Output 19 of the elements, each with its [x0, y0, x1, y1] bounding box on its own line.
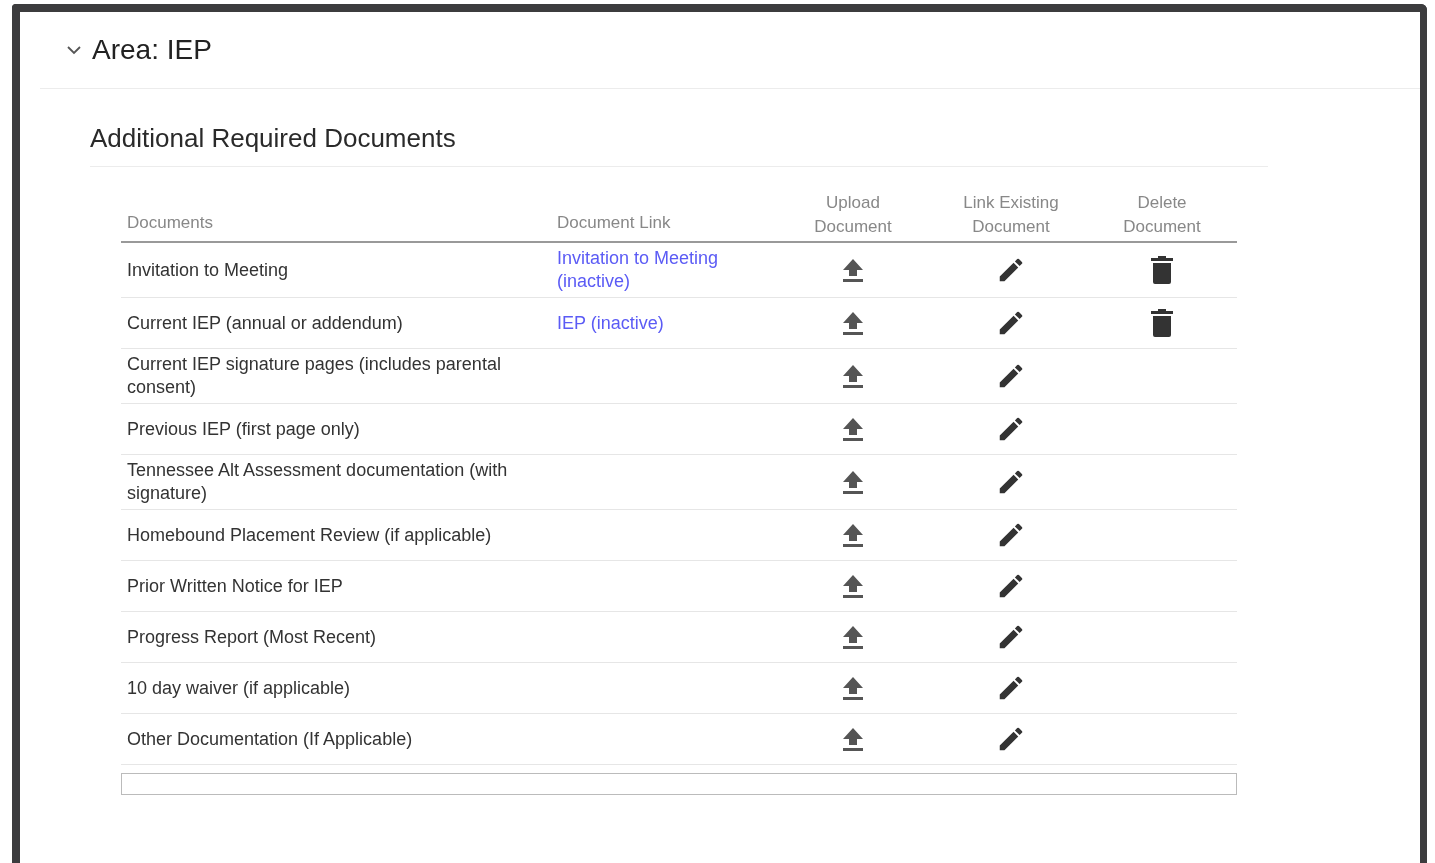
document-name: Invitation to Meeting — [127, 258, 289, 282]
document-link[interactable]: Invitation to Meeting (inactive) — [557, 247, 765, 293]
document-link[interactable]: IEP (inactive) — [557, 311, 664, 335]
document-name: Current IEP (annual or addendum) — [127, 311, 403, 335]
section-title: Additional Required Documents — [90, 123, 1268, 167]
column-header: Link Existing Document — [962, 192, 1060, 238]
document-name: Homebound Placement Review (if applicable) — [127, 523, 492, 547]
document-name: Other Documentation (If Applicable) — [127, 727, 413, 751]
column-header: Upload Document — [813, 192, 893, 238]
column-header: Delete Document — [1122, 192, 1202, 238]
document-name: Tennessee Alt Assessment documentation (with signature) — [127, 459, 509, 505]
column-header: Document Link — [557, 212, 671, 234]
document-name: Prior Written Notice for IEP — [127, 574, 343, 598]
document-name: Progress Report (Most Recent) — [127, 625, 377, 649]
document-name: 10 day waiver (if applicable) — [127, 676, 351, 700]
area-title: Area: IEP — [92, 34, 212, 66]
document-name: Previous IEP (first page only) — [127, 417, 360, 441]
document-name: Current IEP signature pages (includes parental consent) — [127, 353, 502, 399]
column-header: Documents — [127, 212, 213, 234]
